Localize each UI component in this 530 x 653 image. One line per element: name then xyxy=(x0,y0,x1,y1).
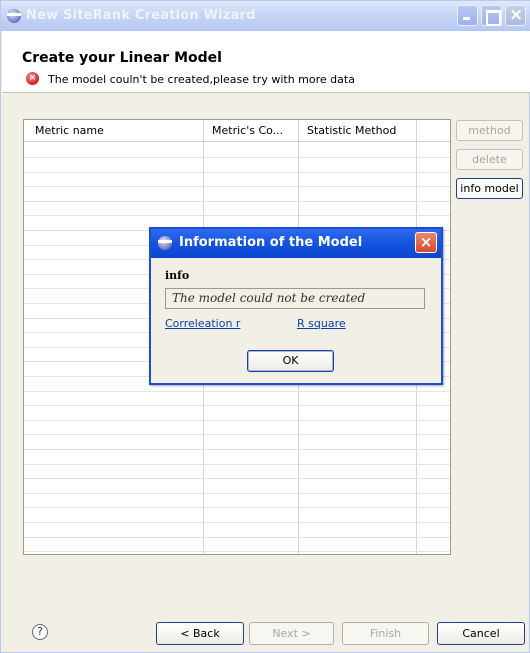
table-row xyxy=(24,537,450,538)
error-icon: × xyxy=(26,72,39,85)
table-row xyxy=(24,478,450,479)
table-row xyxy=(24,449,450,450)
table-row xyxy=(24,493,450,494)
table-row xyxy=(24,464,450,465)
table-row xyxy=(24,507,450,508)
column-header-metric-co[interactable]: Metric's Co... xyxy=(212,124,283,137)
table-row xyxy=(24,434,450,435)
ok-button[interactable]: OK xyxy=(247,350,334,372)
r-square-link[interactable]: R square xyxy=(297,317,346,330)
table-row xyxy=(24,186,450,187)
finish-button[interactable]: Finish xyxy=(342,622,429,645)
page-title: Create your Linear Model xyxy=(22,50,222,66)
correlation-link[interactable]: Correleation r xyxy=(165,317,240,330)
table-row xyxy=(24,157,450,158)
table-row xyxy=(24,551,450,552)
close-icon: × xyxy=(419,233,433,251)
dialog-close-button[interactable]: × xyxy=(415,232,437,253)
eclipse-logo-icon xyxy=(7,9,21,23)
next-button[interactable]: Next > xyxy=(249,622,334,645)
table-row xyxy=(24,522,450,523)
delete-button[interactable]: delete xyxy=(456,149,523,170)
method-button[interactable]: method xyxy=(456,120,523,141)
window-title: New SiteRank Creation Wizard xyxy=(26,8,256,23)
table-row xyxy=(24,172,450,173)
minimize-button[interactable] xyxy=(457,5,478,26)
dialog-title: Information of the Model xyxy=(179,235,363,250)
error-message: The model couln't be created,please try … xyxy=(48,73,355,86)
model-info-dialog: Information of the Model × info The mode… xyxy=(149,227,443,385)
table-row xyxy=(24,391,450,392)
column-header-metric-name[interactable]: Metric name xyxy=(35,124,104,137)
info-model-button[interactable]: info model xyxy=(456,178,523,199)
eclipse-logo-icon xyxy=(158,236,172,250)
close-icon: × xyxy=(509,5,524,25)
info-label: info xyxy=(165,269,190,282)
cancel-button[interactable]: Cancel xyxy=(437,622,525,645)
close-button[interactable]: × xyxy=(505,5,526,26)
help-icon[interactable]: ? xyxy=(32,624,48,640)
table-row xyxy=(24,420,450,421)
table-row xyxy=(24,201,450,202)
maximize-button[interactable] xyxy=(481,5,502,26)
table-row xyxy=(24,405,450,406)
column-header-statistic-method[interactable]: Statistic Method xyxy=(307,124,396,137)
wizard-header: Create your Linear Model × The model cou… xyxy=(2,31,530,93)
back-button[interactable]: < Back xyxy=(156,622,244,645)
dialog-titlebar[interactable]: Information of the Model × xyxy=(151,229,441,258)
table-header: Metric name Metric's Co... Statistic Met… xyxy=(24,120,450,142)
table-row xyxy=(24,215,450,216)
window-titlebar[interactable]: New SiteRank Creation Wizard × xyxy=(1,1,530,31)
info-field[interactable]: The model could not be created xyxy=(165,288,425,309)
